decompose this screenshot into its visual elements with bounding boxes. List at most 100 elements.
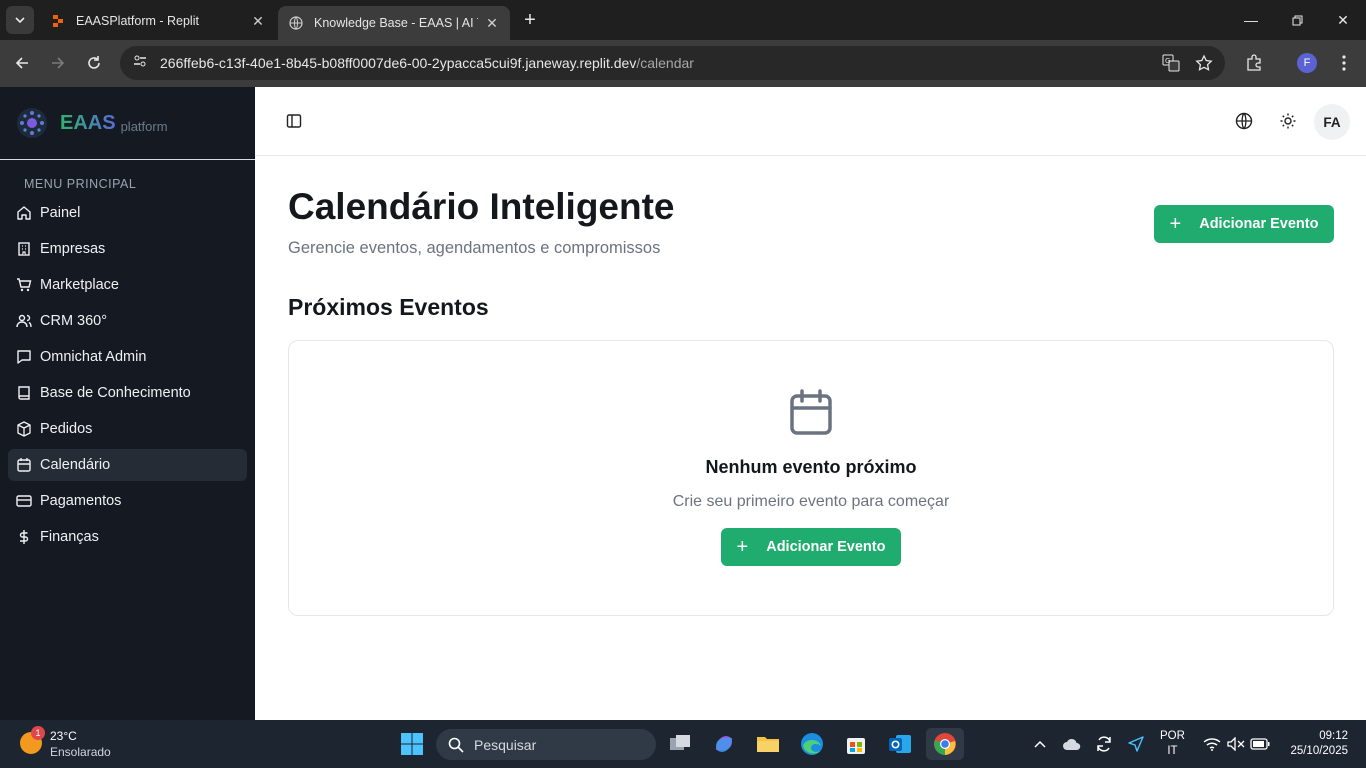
sidebar-toggle-icon[interactable] <box>281 108 307 134</box>
sidebar-item-marketplace[interactable]: Marketplace <box>8 269 247 301</box>
sync-icon[interactable] <box>1094 734 1114 754</box>
sidebar-item-financas[interactable]: Finanças <box>8 521 247 553</box>
events-empty-state: Nenhum evento próximo Crie seu primeiro … <box>288 340 1334 616</box>
chevron-down-icon <box>15 17 25 24</box>
brand[interactable]: EAAS platform <box>0 87 255 160</box>
cart-icon <box>16 277 32 293</box>
sidebar-item-empresas[interactable]: Empresas <box>8 233 247 265</box>
outlook-icon[interactable] <box>884 728 916 760</box>
chrome-app-icon[interactable] <box>926 728 964 760</box>
reload-icon[interactable] <box>81 50 107 76</box>
search-placeholder: Pesquisar <box>474 736 537 753</box>
sidebar-item-label: Pagamentos <box>40 493 122 509</box>
send-arrow-icon[interactable] <box>1126 734 1146 754</box>
weather-description[interactable]: Ensolarado <box>50 745 111 759</box>
sidebar-item-label: Painel <box>40 205 81 221</box>
sidebar-item-label: Calendário <box>40 457 111 473</box>
url-host: 266ffeb6-c13f-40e1-8b45-b08ff0007de6-00-… <box>160 55 637 71</box>
plus-icon: + <box>1169 212 1182 235</box>
tab-knowledge-base[interactable]: Knowledge Base - EAAS | AI Tra ✕ <box>278 6 510 40</box>
globe-favicon-icon <box>288 15 304 31</box>
new-tab-button[interactable]: + <box>518 8 542 32</box>
section-title: Próximos Eventos <box>288 294 489 320</box>
close-tab-icon[interactable]: ✕ <box>484 15 500 31</box>
dollar-icon <box>16 529 32 545</box>
clock-date: 25/10/2025 <box>1290 745 1348 757</box>
sidebar-item-label: Empresas <box>40 241 106 257</box>
task-view-icon[interactable] <box>664 728 696 760</box>
tab-replit[interactable]: EAASPlatform - Replit ✕ <box>40 6 276 36</box>
language-globe-icon[interactable] <box>1231 108 1257 134</box>
weather-temperature[interactable]: 23°C <box>50 729 77 743</box>
sidebar-item-label: Finanças <box>40 529 99 545</box>
brand-logo-icon <box>17 108 47 138</box>
weather-badge: 1 <box>31 726 45 740</box>
theme-sun-icon[interactable] <box>1275 108 1301 134</box>
add-event-button[interactable]: + Adicionar Evento <box>1154 205 1334 243</box>
sidebar-item-base-conhecimento[interactable]: Base de Conhecimento <box>8 377 247 409</box>
svg-text:G: G <box>1165 57 1170 65</box>
close-tab-icon[interactable]: ✕ <box>250 13 266 29</box>
minimize-window-icon[interactable]: — <box>1228 0 1274 40</box>
keyboard-language[interactable]: POR IT <box>1160 729 1185 759</box>
clock-time: 09:12 <box>1319 730 1348 742</box>
sidebar-item-painel[interactable]: Painel <box>8 197 247 229</box>
empty-add-event-button[interactable]: + Adicionar Evento <box>721 528 901 566</box>
microsoft-store-icon[interactable] <box>840 728 872 760</box>
extensions-icon[interactable] <box>1243 52 1265 74</box>
users-icon <box>16 313 32 329</box>
url-text: 266ffeb6-c13f-40e1-8b45-b08ff0007de6-00-… <box>160 55 694 71</box>
more-menu-icon[interactable] <box>1333 52 1355 74</box>
book-icon <box>16 385 32 401</box>
sidebar: EAAS platform MENU PRINCIPAL Painel Empr… <box>0 87 255 720</box>
search-icon <box>448 737 464 753</box>
back-icon[interactable] <box>9 50 35 76</box>
os-taskbar: 1 23°C Ensolarado Pesquisar POR IT 09:12… <box>0 720 1366 768</box>
site-settings-icon[interactable] <box>132 53 148 74</box>
address-bar[interactable]: 266ffeb6-c13f-40e1-8b45-b08ff0007de6-00-… <box>120 46 1225 80</box>
tab-search-button[interactable] <box>6 6 34 34</box>
plus-icon: + <box>736 535 749 558</box>
sidebar-item-label: Pedidos <box>40 421 93 437</box>
credit-card-icon <box>16 493 32 509</box>
browser-tabbar: EAASPlatform - Replit ✕ Knowledge Base -… <box>0 0 1366 40</box>
restore-window-icon[interactable] <box>1274 0 1320 40</box>
url-path: /calendar <box>636 55 694 71</box>
sidebar-item-omnichat[interactable]: Omnichat Admin <box>8 341 247 373</box>
taskbar-search[interactable]: Pesquisar <box>436 729 656 760</box>
sidebar-item-pagamentos[interactable]: Pagamentos <box>8 485 247 517</box>
main-content: Calendário Inteligente Gerencie eventos,… <box>255 156 1366 720</box>
sidebar-item-label: Marketplace <box>40 277 119 293</box>
onedrive-cloud-icon[interactable] <box>1062 734 1082 754</box>
sidebar-item-calendario[interactable]: Calendário <box>8 449 247 481</box>
sidebar-item-label: CRM 360° <box>40 313 108 329</box>
sidebar-item-crm[interactable]: CRM 360° <box>8 305 247 337</box>
file-explorer-icon[interactable] <box>752 728 784 760</box>
tab-title: Knowledge Base - EAAS | AI Tra <box>314 16 478 30</box>
tray-chevron-up-icon[interactable] <box>1030 734 1050 754</box>
volume-muted-icon[interactable] <box>1226 734 1246 754</box>
m365-copilot-icon[interactable] <box>708 728 740 760</box>
home-icon <box>16 205 32 221</box>
profile-avatar[interactable]: F <box>1297 53 1317 73</box>
sidebar-item-label: Omnichat Admin <box>40 349 147 365</box>
bookmark-star-icon[interactable] <box>1193 52 1215 74</box>
edge-browser-icon[interactable] <box>796 728 828 760</box>
menu-heading: MENU PRINCIPAL <box>24 177 137 191</box>
empty-add-event-label: Adicionar Evento <box>766 539 886 555</box>
add-event-label: Adicionar Evento <box>1199 216 1319 232</box>
wifi-icon[interactable] <box>1202 734 1222 754</box>
close-window-icon[interactable]: ✕ <box>1320 0 1366 40</box>
system-clock[interactable]: 09:12 25/10/2025 <box>1280 729 1348 759</box>
language-code: POR <box>1160 730 1185 742</box>
sidebar-item-pedidos[interactable]: Pedidos <box>8 413 247 445</box>
brand-name: EAAS <box>60 111 116 134</box>
calendar-icon <box>16 457 32 473</box>
forward-icon[interactable] <box>45 50 71 76</box>
windows-start-icon[interactable] <box>396 728 428 760</box>
battery-icon[interactable] <box>1250 734 1270 754</box>
translate-icon[interactable]: G <box>1160 52 1182 74</box>
page-title: Calendário Inteligente <box>288 186 675 227</box>
user-avatar[interactable]: FA <box>1314 104 1350 140</box>
package-icon <box>16 421 32 437</box>
